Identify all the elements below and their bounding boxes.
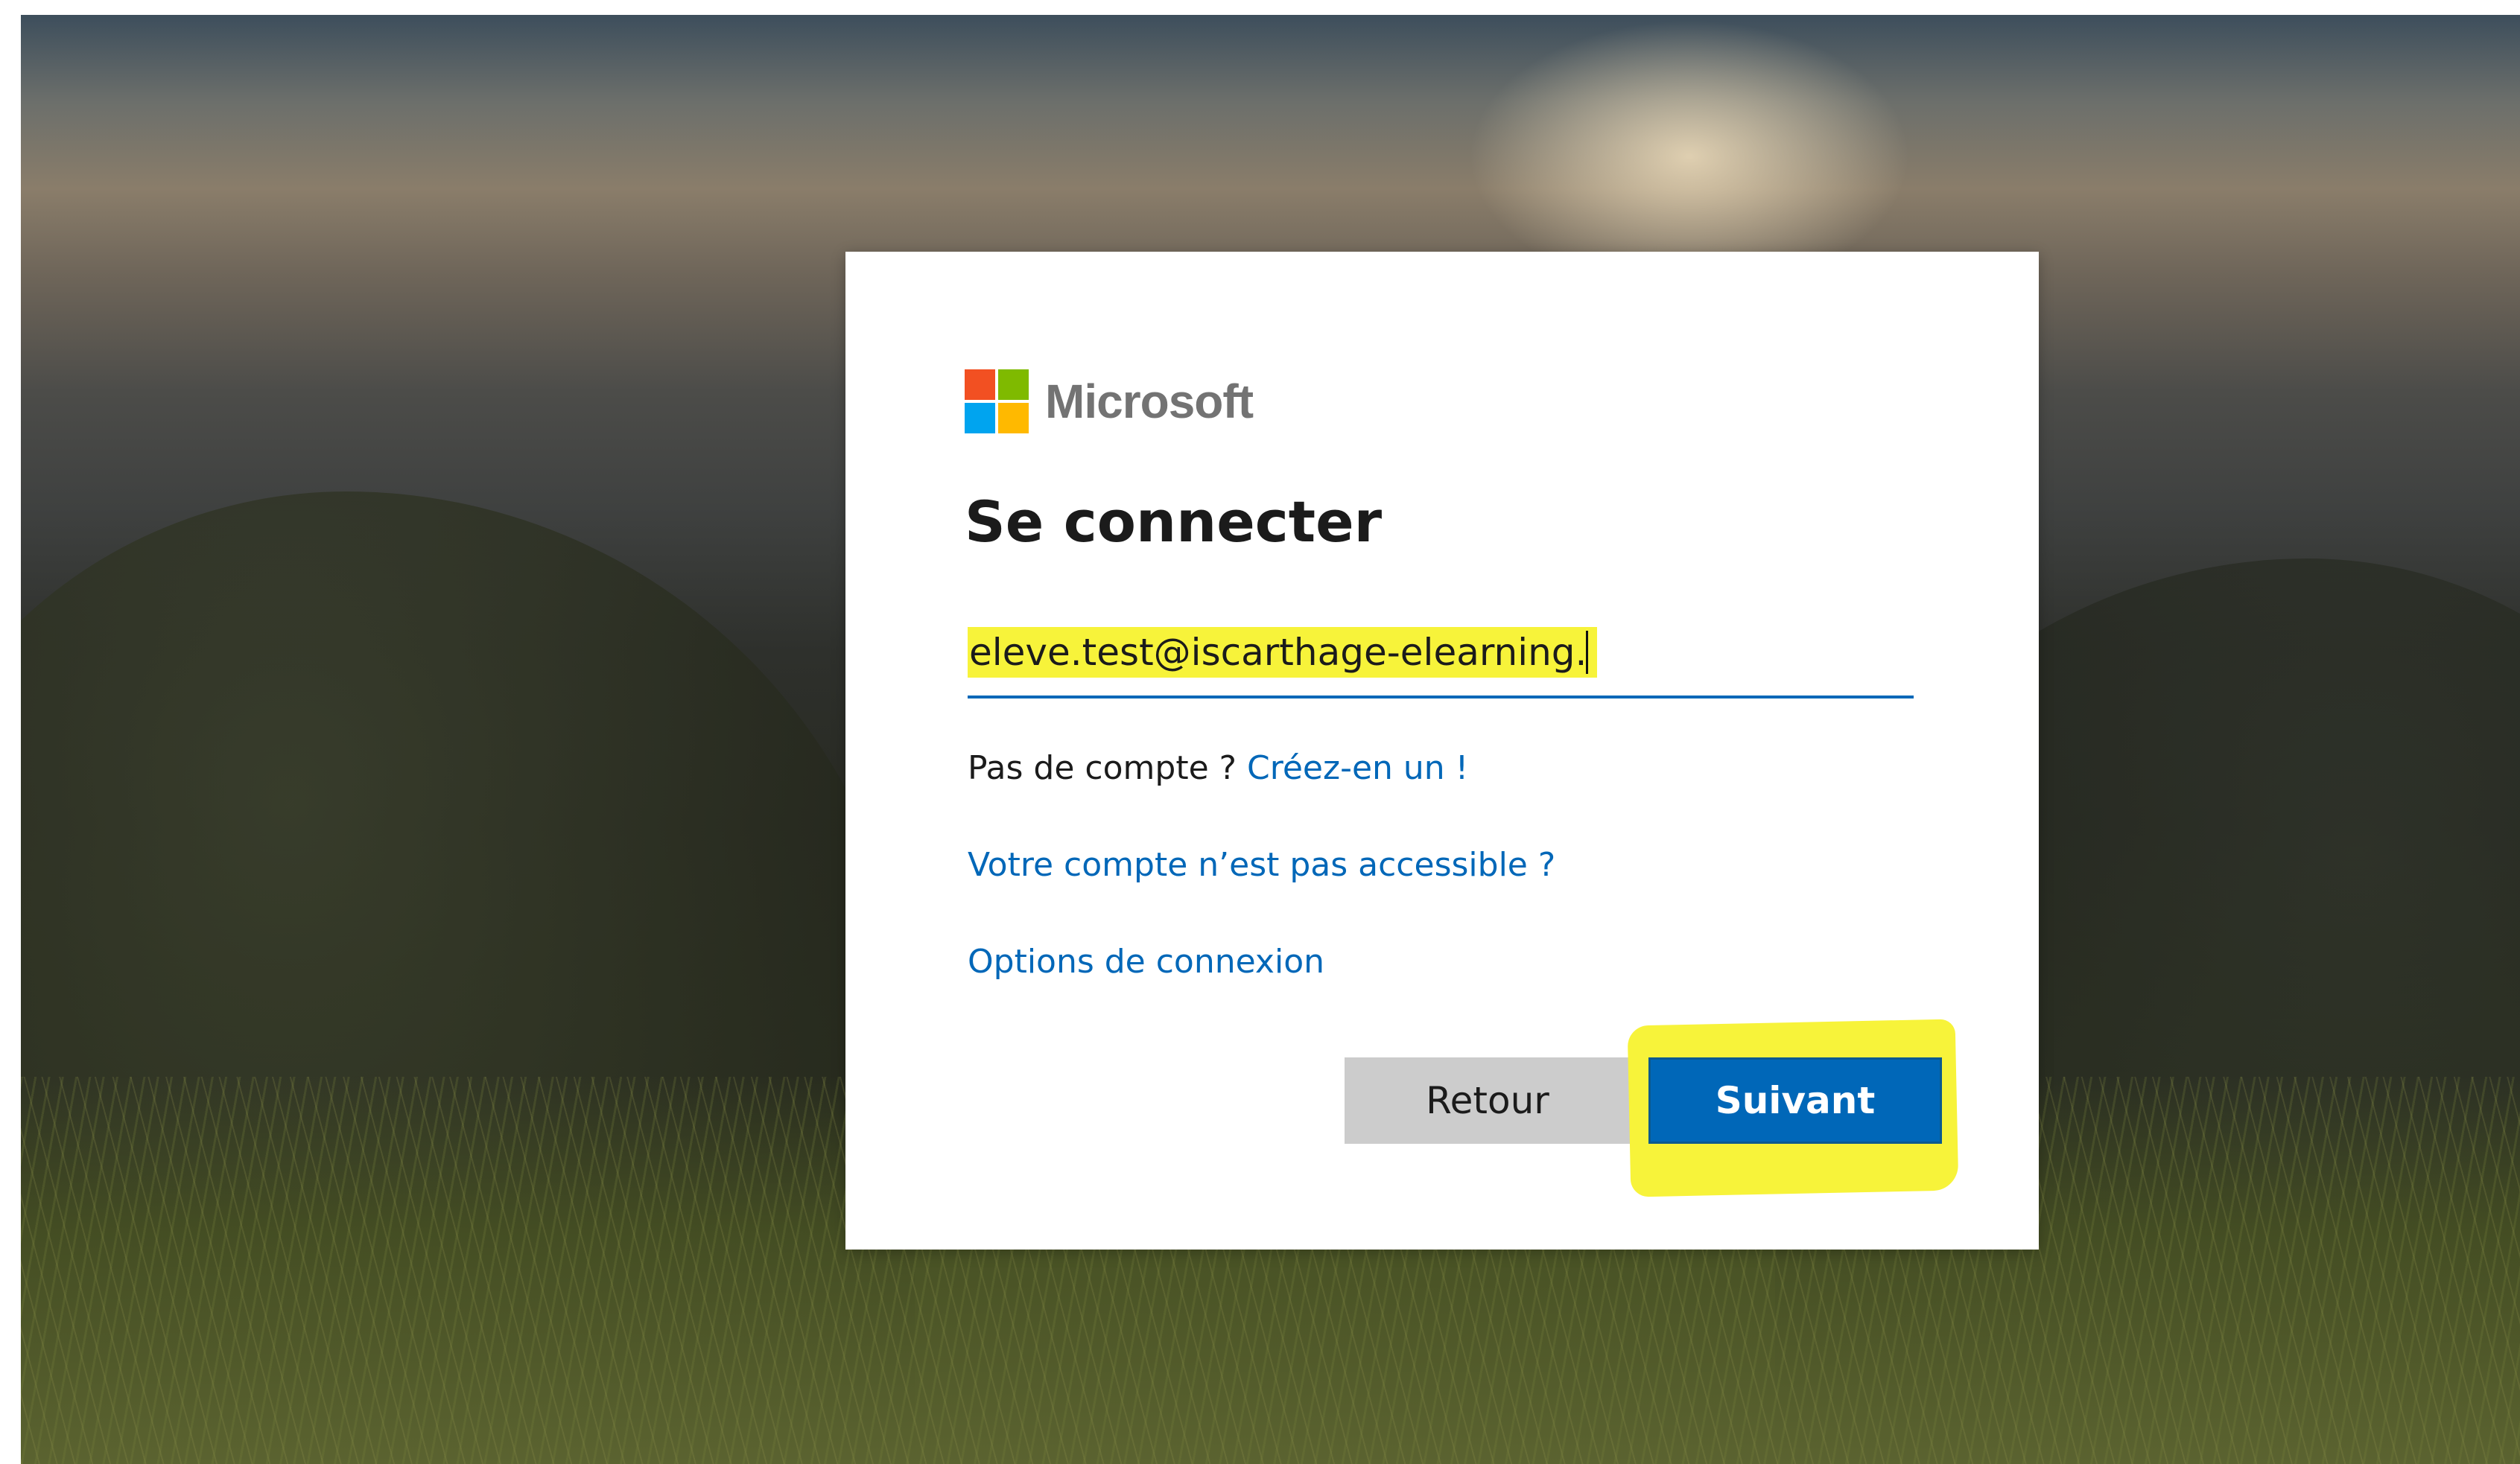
signin-card: Microsoft Se connecter Pas de compte ? C… [845,252,2039,1250]
email-field[interactable] [969,631,1587,674]
microsoft-logo-icon [965,369,1029,433]
background-scene: Microsoft Se connecter Pas de compte ? C… [21,15,2520,1464]
no-account-row: Pas de compte ? Créez-en un ! [968,749,1468,787]
microsoft-brand: Microsoft [965,369,1254,433]
email-highlight [968,627,1597,678]
inaccessible-account-row: Votre compte n’est pas accessible ? [968,846,1555,884]
next-button[interactable]: Suivant [1648,1057,1942,1144]
page-title: Se connecter [965,488,1383,555]
create-account-link[interactable]: Créez-en un ! [1247,749,1468,787]
logo-square-red [965,369,995,400]
brand-name: Microsoft [1045,375,1254,428]
text-caret [1586,631,1588,674]
logo-square-green [998,369,1029,400]
logo-square-blue [965,403,995,433]
signin-options-row: Options de connexion [968,943,1324,981]
email-field-container [968,624,1914,698]
back-button[interactable]: Retour [1345,1057,1631,1144]
logo-square-yellow [998,403,1029,433]
signin-options-link[interactable]: Options de connexion [968,943,1324,981]
no-account-text: Pas de compte ? [968,749,1237,787]
inaccessible-account-link[interactable]: Votre compte n’est pas accessible ? [968,846,1555,884]
